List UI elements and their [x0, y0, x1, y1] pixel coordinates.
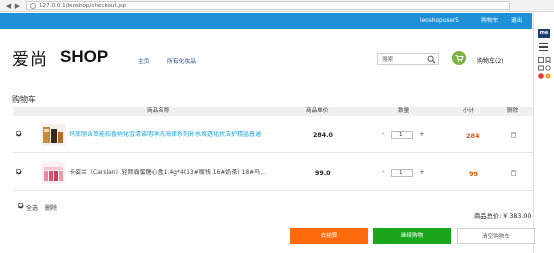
col-header-quantity: 数量 — [398, 108, 410, 114]
quantity-input[interactable]: 1 — [391, 131, 413, 139]
page-info-icon — [30, 2, 36, 9]
quantity-decrease-button[interactable]: - — [382, 168, 385, 176]
header-cart-link[interactable]: 购物车(2) — [477, 56, 504, 65]
refresh-icon[interactable] — [545, 65, 551, 71]
unit-price: 99.0 — [315, 170, 331, 177]
select-all-label[interactable]: 全选 — [26, 203, 38, 212]
browser-extension-panel: me — [533, 13, 554, 253]
select-all-checkbox[interactable] — [18, 203, 23, 208]
search-icon[interactable] — [427, 55, 436, 64]
logo-chinese[interactable]: 爱尚 — [12, 45, 48, 70]
quantity-increase-button[interactable]: + — [419, 130, 425, 138]
row-select-checkbox[interactable] — [16, 169, 21, 174]
back-icon[interactable]: ◀ — [4, 1, 13, 11]
product-name-link[interactable]: 卡姿兰（Carslan）轻颜霸蜜糖心盒1.4g*4(13#嗳钱 16#奶茶) 1… — [69, 169, 289, 177]
product-thumbnail[interactable] — [41, 162, 65, 184]
nav-all-cosmetics-link[interactable]: 所有化妆品 — [167, 56, 196, 65]
url-text: 127.0.0.1/leoshop/checkout.jsp — [39, 2, 127, 9]
page-title: 购物车 — [12, 95, 36, 104]
continue-shopping-button[interactable]: 继续购物 — [373, 228, 451, 244]
col-header-name: 商品名称 — [147, 108, 170, 114]
unit-price: 284.0 — [313, 132, 333, 139]
tool-icon[interactable] — [538, 57, 544, 63]
topbar-cart-link[interactable]: 购物车 — [481, 17, 498, 25]
trash-icon[interactable] — [511, 170, 516, 176]
search-placeholder: 搜索 — [382, 57, 394, 63]
extension-me-icon[interactable]: me — [538, 29, 550, 38]
menu-icon[interactable] — [539, 43, 548, 53]
clear-cart-button[interactable]: 清空购物车 — [457, 228, 535, 244]
checkout-page: ◀ ▶ 127.0.0.1/leoshop/checkout.jsp leosh… — [0, 0, 554, 253]
checkout-button[interactable]: 去结算 — [290, 228, 368, 244]
trash-icon[interactable] — [511, 132, 516, 138]
product-name-link[interactable]: 玛菲丽含萃能桔香树化雪清诺明净洗海律系列补水焕透化状洁护精晶普通 — [69, 131, 289, 139]
cart-table-header: 商品名称 商品单价 数量 小计 删除 — [13, 107, 533, 116]
forward-icon[interactable]: ▶ — [13, 1, 22, 11]
col-header-unit-price: 商品单价 — [306, 108, 329, 114]
table-row: 卡姿兰（Carslan）轻颜霸蜜糖心盒1.4g*4(13#嗳钱 16#奶茶) 1… — [13, 155, 533, 191]
col-header-delete: 删除 — [507, 108, 519, 114]
url-input[interactable]: 127.0.0.1/leoshop/checkout.jsp — [26, 1, 510, 10]
logo-shop[interactable]: SHOP — [60, 47, 108, 67]
row-subtotal: 99 — [469, 170, 479, 178]
quantity-increase-button[interactable]: + — [419, 168, 425, 176]
total-price: 商品总价: ¥ 383.00 — [474, 213, 532, 220]
table-row: 玛菲丽含萃能桔香树化雪清诺明净洗海律系列补水焕透化状洁护精晶普通 284.0 -… — [13, 117, 533, 153]
alert-icon[interactable] — [538, 73, 544, 79]
delete-selected-link[interactable]: 删除 — [45, 203, 57, 212]
cart-icon[interactable] — [452, 51, 466, 65]
quantity-input[interactable]: 1 — [391, 169, 413, 177]
history-icon[interactable] — [545, 73, 551, 79]
product-thumbnail[interactable] — [41, 124, 65, 146]
row-subtotal: 284 — [466, 132, 480, 140]
row-select-checkbox[interactable] — [16, 131, 21, 136]
username-link[interactable]: leoshopuser5 — [420, 17, 459, 25]
search-input[interactable]: 搜索 — [377, 53, 439, 65]
browser-address-bar: ◀ ▶ 127.0.0.1/leoshop/checkout.jsp — [0, 0, 554, 12]
logout-link[interactable]: 退出 — [511, 17, 523, 25]
screenshot-icon[interactable] — [538, 65, 544, 71]
bookmark-icon[interactable] — [545, 57, 551, 63]
quantity-decrease-button[interactable]: - — [382, 130, 385, 138]
site-top-bar: leoshopuser5 购物车 退出 — [0, 13, 532, 29]
col-header-subtotal: 小计 — [463, 108, 475, 114]
nav-home-link[interactable]: 主页 — [138, 56, 150, 65]
